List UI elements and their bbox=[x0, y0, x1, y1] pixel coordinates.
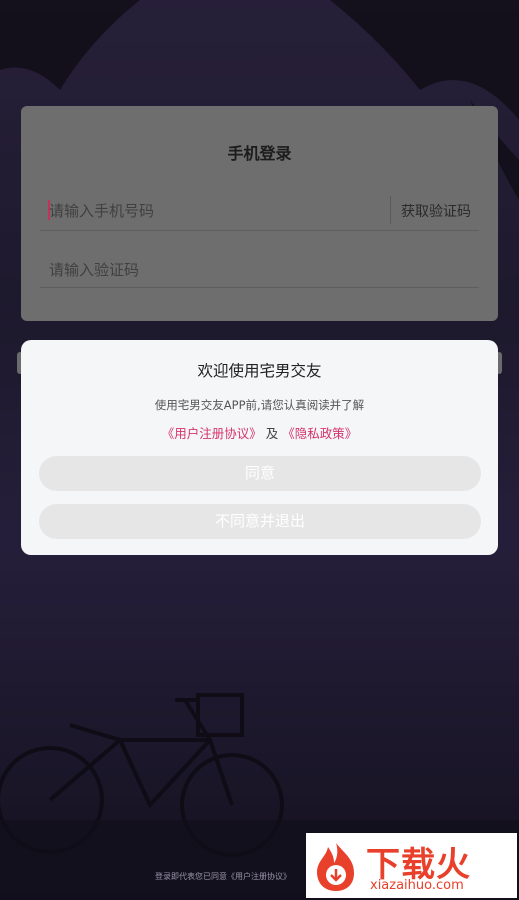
dialog-description: 使用宅男交友APP前,请您认真阅读并了解 bbox=[154, 398, 365, 412]
consent-dialog: 欢迎使用宅男交友 使用宅男交友APP前,请您认真阅读并了解 《用户注册协议》 及… bbox=[21, 340, 498, 555]
code-input[interactable]: 请输入验证码 bbox=[49, 259, 139, 280]
agree-button[interactable]: 同意 bbox=[39, 456, 481, 491]
dialog-title: 欢迎使用宅男交友 bbox=[197, 362, 322, 380]
code-field-row[interactable]: 请输入验证码 bbox=[40, 251, 479, 288]
field-divider bbox=[390, 196, 391, 224]
phone-field-row[interactable]: 请输入手机号码 获取验证码 bbox=[40, 192, 479, 231]
flame-logo-icon bbox=[317, 843, 354, 891]
disagree-exit-button[interactable]: 不同意并退出 bbox=[39, 504, 481, 539]
watermark: 下载火 xiazaihuo.com bbox=[306, 833, 517, 898]
phone-input[interactable]: 请输入手机号码 bbox=[49, 200, 154, 221]
footer-agreement-notice: 登录即代表您已同意《用户注册协议》 bbox=[155, 872, 291, 881]
dialog-links: 《用户注册协议》 及 《隐私政策》 bbox=[21, 423, 498, 442]
get-code-button[interactable]: 获取验证码 bbox=[401, 201, 471, 221]
login-card: 手机登录 请输入手机号码 获取验证码 请输入验证码 bbox=[21, 106, 498, 321]
user-agreement-link[interactable]: 《用户注册协议》 bbox=[162, 426, 262, 441]
watermark-url: xiazaihuo.com bbox=[370, 878, 464, 893]
login-title: 手机登录 bbox=[227, 144, 292, 163]
and-text: 及 bbox=[265, 426, 279, 441]
privacy-policy-link[interactable]: 《隐私政策》 bbox=[282, 426, 357, 441]
